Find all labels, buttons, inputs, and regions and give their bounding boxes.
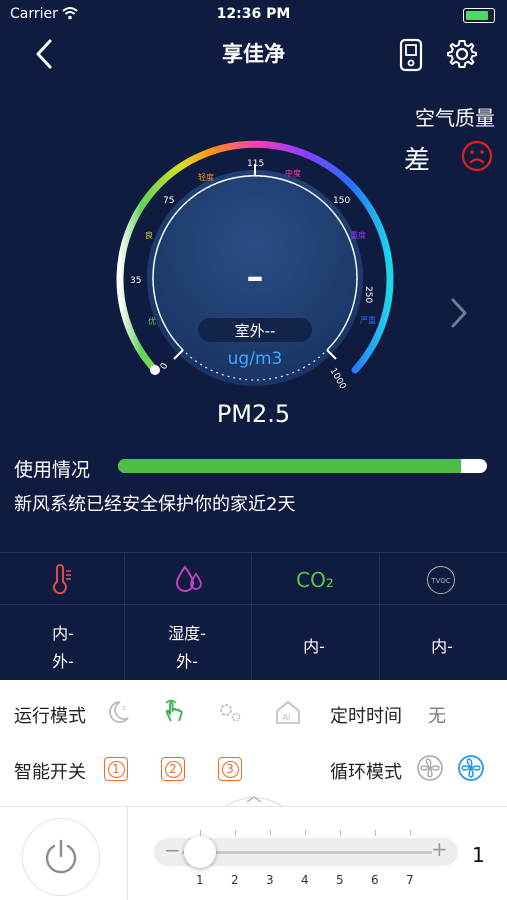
metric-label: PM2.5	[216, 400, 291, 428]
speed-tick-label: 7	[406, 873, 414, 887]
speed-tick-label: 5	[336, 873, 344, 887]
sensor-co2-value: 内-	[303, 637, 325, 656]
cycle-mode-label: 循环模式	[330, 762, 402, 783]
usage-label: 使用情况	[14, 459, 91, 481]
divider	[127, 806, 128, 900]
scale-250: 250	[363, 286, 373, 303]
smart-switch-3-label: 3	[221, 761, 239, 778]
scale-115: 115	[247, 159, 264, 169]
speed-tick-label: 4	[301, 873, 309, 887]
speed-tick-label: 1	[196, 873, 204, 887]
sleep-mode-icon[interactable]: z	[104, 698, 132, 726]
sensor-humidity-line2: 外-	[176, 652, 198, 671]
air-quality-value: 差	[404, 146, 431, 176]
status-bar: Carrier 12:36 PM	[0, 0, 507, 28]
sensor-humidity-line1: 湿度-	[168, 624, 206, 643]
speed-slider-thumb[interactable]	[184, 836, 216, 868]
speed-decrease-button[interactable]: −	[164, 838, 181, 862]
device-icon[interactable]	[396, 38, 426, 72]
divider	[0, 552, 507, 553]
divider	[0, 806, 507, 807]
power-icon	[45, 839, 77, 874]
sensor-temp-line2: 外-	[52, 652, 74, 671]
divider	[0, 604, 507, 605]
air-quality-label: 空气质量	[415, 106, 495, 130]
page-title: 享佳净	[222, 42, 285, 66]
next-button[interactable]	[448, 296, 470, 330]
level-excellent: 优	[148, 316, 156, 326]
speed-tick-label: 6	[371, 873, 379, 887]
power-button[interactable]	[22, 818, 100, 896]
sensor-tvoc-value: 内-	[431, 637, 453, 656]
level-good: 良	[145, 230, 153, 240]
scale-150: 150	[333, 196, 350, 206]
level-moderate: 中度	[285, 168, 301, 178]
speed-tick-mark	[375, 830, 376, 836]
speed-increase-button[interactable]: +	[431, 837, 448, 861]
tvoc-icon-text: TVOC	[431, 577, 451, 585]
scale-1000: 1000	[327, 367, 347, 389]
gauge-unit: ug/m3	[228, 349, 283, 369]
run-mode-label: 运行模式	[14, 706, 86, 727]
smart-switch-label: 智能开关	[14, 762, 86, 783]
level-severe: 严重	[360, 315, 376, 325]
protection-message: 新风系统已经安全保护你的家近2天	[14, 494, 296, 515]
speed-tick-mark	[305, 830, 306, 836]
speed-tick-mark	[410, 830, 411, 836]
battery-icon	[463, 8, 495, 23]
scale-75: 75	[163, 196, 174, 206]
pm25-gauge: 0 35 75 115 150 250 1000 优 良 轻度 中度 重度 严重…	[116, 140, 394, 389]
humidity-icon	[175, 565, 202, 592]
smart-switch-2[interactable]: 2	[161, 757, 185, 781]
scale-35: 35	[130, 276, 141, 286]
slider-line	[182, 851, 432, 854]
chevron-up-icon[interactable]	[224, 791, 284, 807]
speed-tick-label: 3	[266, 873, 274, 887]
usage-progress-fill	[118, 459, 462, 473]
smart-switch-1-label: 1	[107, 761, 125, 778]
speed-tick-mark	[235, 830, 236, 836]
speed-tick-mark	[270, 830, 271, 836]
timer-value[interactable]: 无	[428, 702, 446, 728]
speed-tick-label: 2	[231, 873, 239, 887]
divider	[379, 552, 380, 680]
smart-switch-2-label: 2	[164, 761, 182, 778]
speed-tick-mark	[340, 830, 341, 836]
external-cycle-icon[interactable]	[457, 754, 485, 782]
level-heavy: 重度	[350, 230, 366, 240]
svg-text:z: z	[122, 704, 126, 712]
internal-cycle-icon[interactable]	[416, 754, 444, 782]
scale-0: 0	[159, 361, 171, 371]
level-light: 轻度	[198, 172, 214, 182]
tvoc-icon: TVOC	[427, 566, 455, 594]
smart-switch-1[interactable]: 1	[104, 757, 128, 781]
thermometer-icon	[53, 564, 71, 594]
sensor-temp-line1: 内-	[52, 624, 74, 643]
ai-mode-icon[interactable]: AI	[274, 698, 302, 726]
speed-value: 1	[472, 843, 485, 867]
timer-label: 定时时间	[330, 706, 402, 727]
sad-face-icon	[461, 140, 493, 172]
status-time: 12:36 PM	[216, 6, 291, 22]
usage-progress-bar	[118, 459, 487, 473]
gauge-value: –	[247, 257, 264, 297]
svg-text:AI: AI	[283, 713, 291, 722]
auto-mode-icon[interactable]	[216, 698, 244, 726]
smart-switch-3[interactable]: 3	[218, 757, 242, 781]
manual-mode-icon[interactable]	[160, 697, 188, 725]
gear-icon[interactable]	[446, 38, 478, 70]
co2-icon: CO₂	[296, 568, 334, 592]
gauge-location: 室外--	[235, 322, 276, 340]
